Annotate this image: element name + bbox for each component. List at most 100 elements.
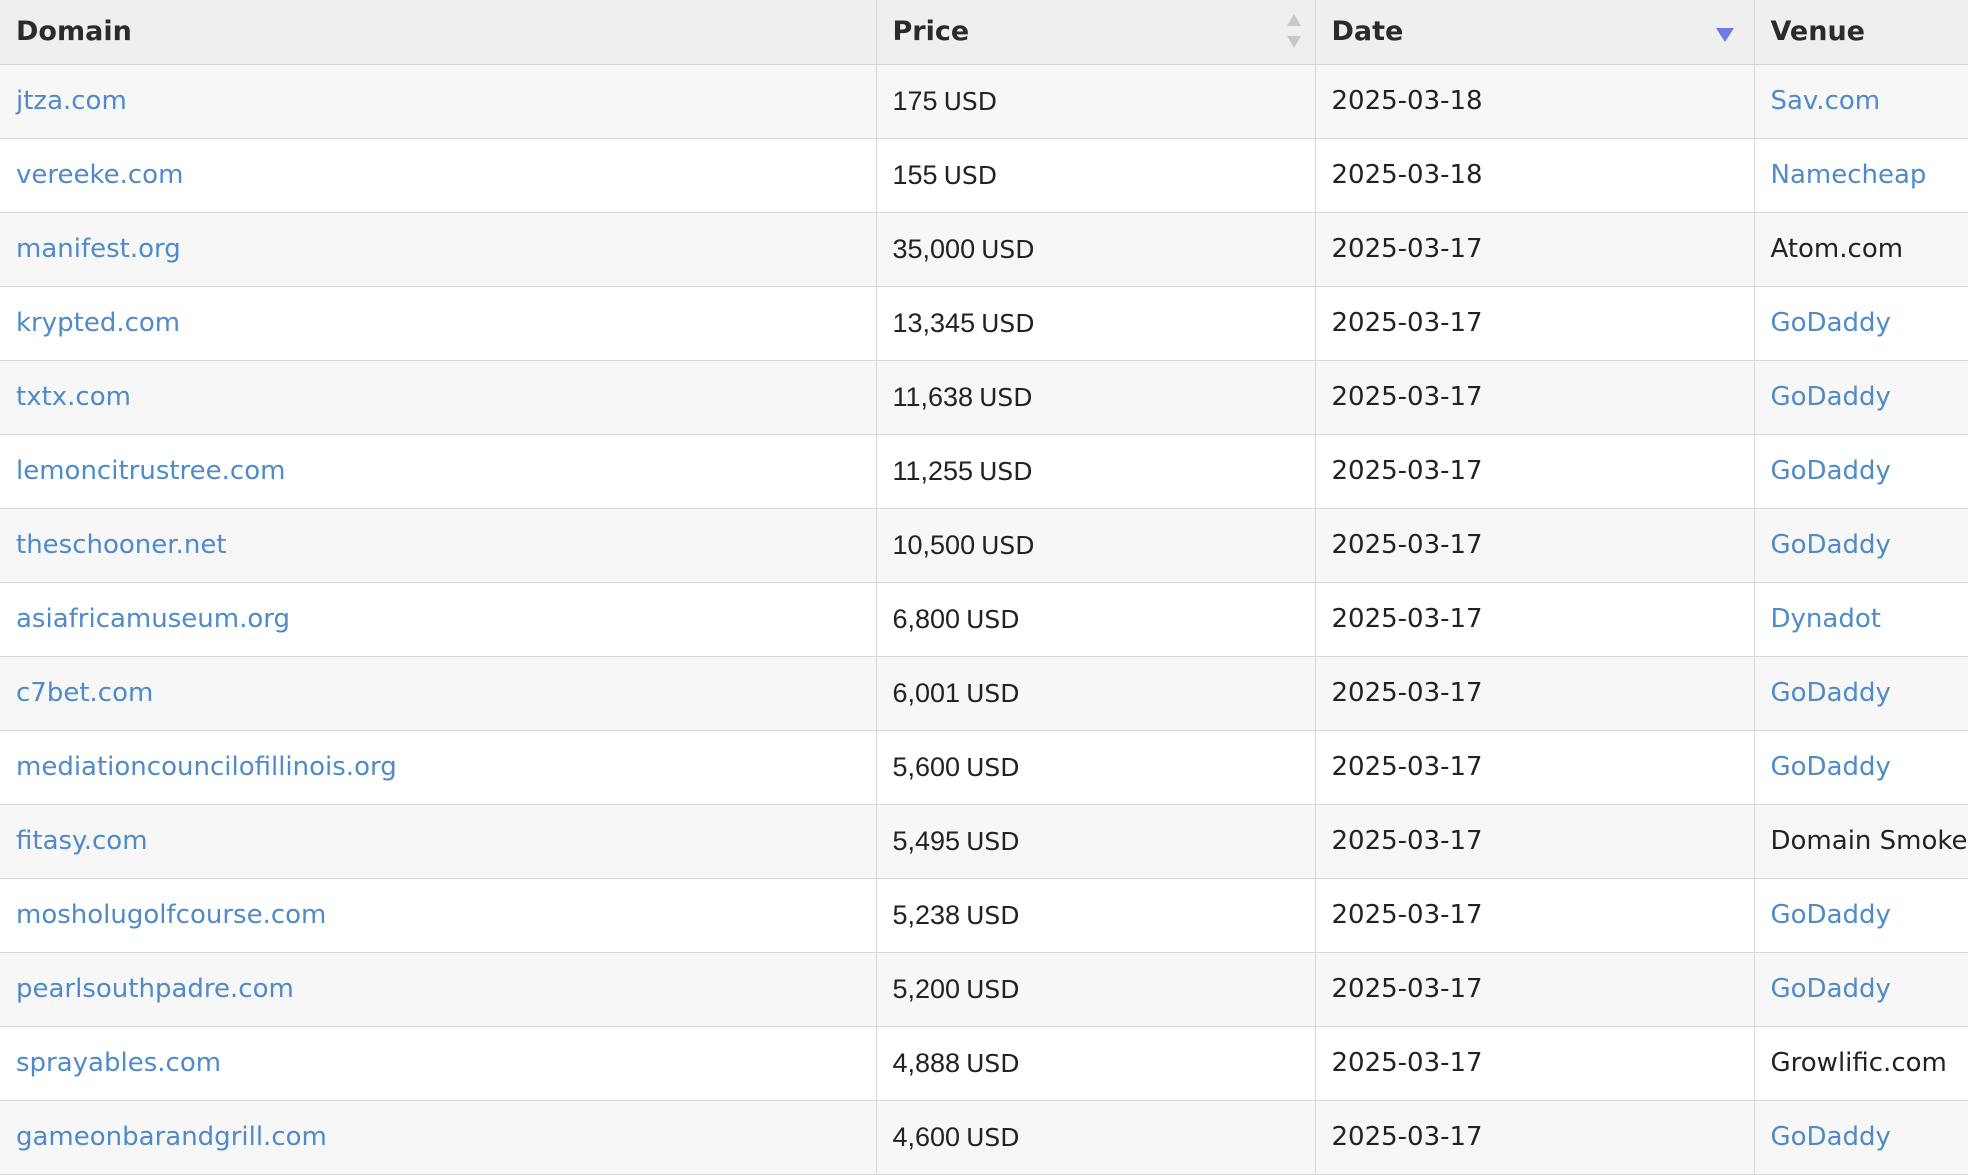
- price-cell: 4,888 USD: [875, 1026, 1315, 1101]
- domain-link[interactable]: gameonbarandgrill.com: [16, 1122, 327, 1152]
- venue-cell: Growlific.com: [1753, 1026, 1968, 1101]
- price-value: 11,638: [892, 381, 974, 412]
- column-header-venue[interactable]: Venue: [1753, 0, 1968, 65]
- table-row: mosholugolfcourse.com 5,238 USD 2025-03-17 G…: [0, 878, 1968, 953]
- price-currency: USD: [966, 678, 1020, 708]
- price-cell: 5,495 USD: [875, 804, 1315, 879]
- date-value: 2025-03-17: [1331, 826, 1483, 856]
- price-currency: USD: [966, 826, 1020, 856]
- date-cell: 2025-03-18: [1314, 64, 1754, 139]
- venue-link[interactable]: GoDaddy: [1771, 382, 1891, 412]
- price-currency: USD: [943, 86, 997, 116]
- venue-cell: GoDaddy: [1753, 286, 1968, 361]
- column-header-domain[interactable]: Domain: [0, 0, 876, 65]
- column-header-venue-label: Venue: [1770, 16, 1866, 48]
- price-currency: USD: [943, 160, 997, 190]
- date-cell: 2025-03-17: [1314, 508, 1754, 583]
- venue-text: Atom.com: [1770, 234, 1904, 264]
- column-header-domain-label: Domain: [16, 16, 132, 48]
- venue-link[interactable]: GoDaddy: [1771, 308, 1891, 338]
- price-cell: 6,001 USD: [875, 656, 1315, 731]
- date-value: 2025-03-17: [1331, 382, 1483, 412]
- venue-link[interactable]: GoDaddy: [1771, 900, 1891, 930]
- date-cell: 2025-03-17: [1314, 804, 1754, 879]
- table-row: fitasy.com 5,495 USD 2025-03-17 Domain Smoke: [0, 804, 1968, 879]
- venue-link[interactable]: GoDaddy: [1771, 678, 1891, 708]
- price-currency: USD: [981, 530, 1035, 560]
- domain-cell: krypted.com: [0, 286, 876, 361]
- date-value: 2025-03-17: [1331, 456, 1483, 486]
- column-header-price[interactable]: Price: [875, 0, 1315, 65]
- date-value: 2025-03-17: [1331, 900, 1483, 930]
- domain-link[interactable]: theschooner.net: [16, 530, 227, 560]
- venue-cell: GoDaddy: [1753, 1100, 1968, 1175]
- price-currency: USD: [966, 604, 1020, 634]
- table-row: vereeke.com 155 USD 2025-03-18 Namecheap: [0, 138, 1968, 213]
- price-cell: 175 USD: [875, 64, 1315, 139]
- table-row: jtza.com 175 USD 2025-03-18 Sav.com: [0, 64, 1968, 139]
- date-value: 2025-03-18: [1331, 86, 1483, 116]
- table-row: txtx.com 11,638 USD 2025-03-17 GoDaddy: [0, 360, 1968, 435]
- price-cell: 5,600 USD: [875, 730, 1315, 805]
- domain-link[interactable]: vereeke.com: [16, 160, 183, 190]
- venue-text: Growlific.com: [1770, 1048, 1947, 1078]
- sort-descending-icon[interactable]: [1715, 28, 1734, 42]
- venue-link[interactable]: GoDaddy: [1771, 1122, 1891, 1152]
- domain-link[interactable]: manifest.org: [16, 234, 181, 264]
- price-cell: 35,000 USD: [875, 212, 1315, 287]
- domain-cell: sprayables.com: [0, 1026, 876, 1101]
- venue-text: Domain Smoke: [1770, 826, 1968, 856]
- price-cell: 10,500 USD: [875, 508, 1315, 583]
- date-cell: 2025-03-17: [1314, 360, 1754, 435]
- price-currency: USD: [966, 900, 1020, 930]
- price-value: 6,001: [892, 677, 961, 708]
- venue-cell: GoDaddy: [1753, 730, 1968, 805]
- venue-link[interactable]: GoDaddy: [1771, 456, 1891, 486]
- sales-table: Domain Price Date Venue jtza.com 175 USD 20…: [0, 0, 1968, 1175]
- sort-both-icon[interactable]: [1286, 14, 1301, 48]
- domain-cell: mediationcouncilofillinois.org: [0, 730, 876, 805]
- venue-link[interactable]: Namecheap: [1771, 160, 1927, 190]
- venue-link[interactable]: Sav.com: [1771, 86, 1881, 116]
- price-value: 35,000: [892, 233, 976, 264]
- price-currency: USD: [979, 382, 1033, 412]
- domain-link[interactable]: fitasy.com: [16, 826, 148, 856]
- table-row: sprayables.com 4,888 USD 2025-03-17 Growlifi…: [0, 1026, 1968, 1101]
- venue-cell: GoDaddy: [1753, 878, 1968, 953]
- domain-link[interactable]: krypted.com: [16, 308, 180, 338]
- date-value: 2025-03-17: [1331, 752, 1483, 782]
- domain-link[interactable]: asiafricamuseum.org: [16, 604, 290, 634]
- price-value: 175: [892, 85, 938, 116]
- table-row: asiafricamuseum.org 6,800 USD 2025-03-17 Dyn…: [0, 582, 1968, 657]
- domain-cell: lemoncitrustree.com: [0, 434, 876, 509]
- date-value: 2025-03-17: [1331, 234, 1483, 264]
- price-value: 5,200: [892, 973, 961, 1004]
- date-value: 2025-03-17: [1331, 604, 1483, 634]
- table-row: lemoncitrustree.com 11,255 USD 2025-03-17 Go…: [0, 434, 1968, 509]
- venue-cell: Dynadot: [1753, 582, 1968, 657]
- domain-link[interactable]: mediationcouncilofillinois.org: [16, 752, 397, 782]
- domain-link[interactable]: jtza.com: [16, 86, 127, 116]
- date-cell: 2025-03-18: [1314, 138, 1754, 213]
- domain-link[interactable]: pearlsouthpadre.com: [16, 974, 294, 1004]
- domain-link[interactable]: sprayables.com: [16, 1048, 221, 1078]
- date-cell: 2025-03-17: [1314, 878, 1754, 953]
- domain-link[interactable]: c7bet.com: [16, 678, 153, 708]
- venue-link[interactable]: Dynadot: [1771, 604, 1881, 634]
- price-cell: 4,600 USD: [875, 1100, 1315, 1175]
- domain-link[interactable]: txtx.com: [16, 382, 131, 412]
- price-cell: 11,255 USD: [875, 434, 1315, 509]
- sort-up-icon: [1286, 14, 1301, 26]
- venue-link[interactable]: GoDaddy: [1771, 530, 1891, 560]
- price-currency: USD: [979, 456, 1033, 486]
- column-header-date[interactable]: Date: [1314, 0, 1754, 65]
- price-currency: USD: [966, 1048, 1020, 1078]
- table-row: gameonbarandgrill.com 4,600 USD 2025-03-17 G…: [0, 1100, 1968, 1175]
- venue-link[interactable]: GoDaddy: [1771, 974, 1891, 1004]
- price-value: 5,495: [892, 825, 961, 856]
- venue-link[interactable]: GoDaddy: [1771, 752, 1891, 782]
- venue-cell: Atom.com: [1753, 212, 1968, 287]
- domain-link[interactable]: lemoncitrustree.com: [16, 456, 285, 486]
- domain-link[interactable]: mosholugolfcourse.com: [16, 900, 326, 930]
- table-row: c7bet.com 6,001 USD 2025-03-17 GoDaddy: [0, 656, 1968, 731]
